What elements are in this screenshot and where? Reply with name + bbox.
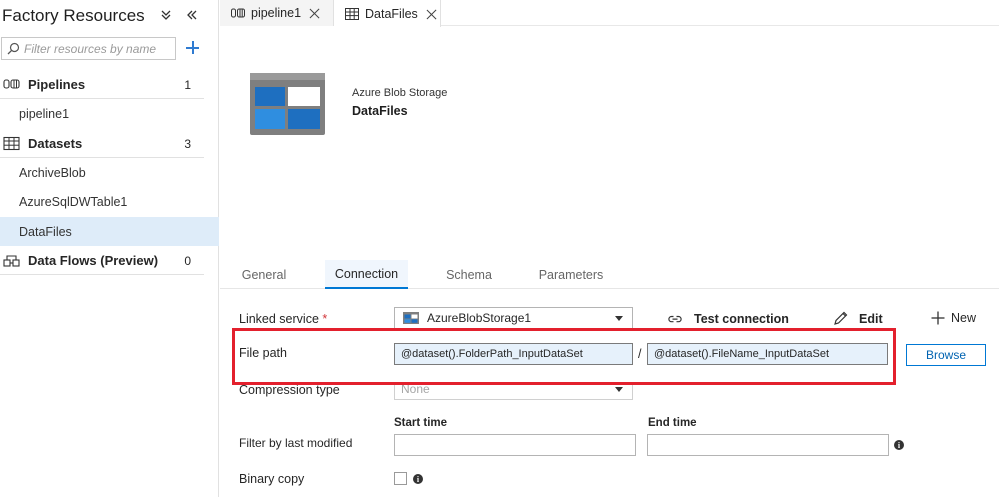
dataflow-icon [3, 255, 20, 267]
table-icon [3, 136, 20, 151]
pencil-icon [834, 311, 848, 325]
binary-copy-checkbox[interactable] [394, 472, 407, 485]
binary-copy-label: Binary copy [239, 472, 305, 486]
end-time-input[interactable] [647, 434, 889, 456]
new-button[interactable]: New [931, 311, 976, 325]
linked-service-value: AzureBlobStorage1 [427, 311, 532, 325]
compression-type-label: Compression type [239, 383, 340, 397]
table-icon [345, 7, 359, 20]
search-input[interactable] [24, 40, 172, 57]
info-icon[interactable]: i [894, 440, 904, 450]
section-count: 3 [184, 136, 191, 151]
chevron-down-icon [615, 387, 623, 392]
close-icon[interactable] [426, 8, 438, 20]
tab-label: DataFiles [365, 6, 418, 21]
filter-last-modified-label: Filter by last modified [239, 436, 353, 450]
list-item-datafiles[interactable]: DataFiles [0, 217, 219, 246]
tab-schema[interactable]: Schema [434, 260, 504, 289]
tab-general[interactable]: General [232, 260, 296, 289]
app-root: Factory Resources Pipelines 1 [0, 0, 999, 497]
pipeline-icon [3, 79, 20, 89]
section-count: 1 [184, 77, 191, 92]
factory-resources-panel: Factory Resources Pipelines 1 [0, 0, 219, 497]
azure-blob-storage-icon [250, 73, 325, 135]
add-resource-icon[interactable] [184, 38, 202, 58]
dataset-name: DataFiles [352, 104, 408, 118]
section-label: Datasets [28, 136, 83, 151]
file-name-input[interactable]: @dataset().FileName_InputDataSet [647, 343, 888, 365]
section-count: 0 [184, 253, 191, 268]
pipeline-icon [231, 8, 245, 18]
search-icon [7, 42, 20, 55]
required-marker: * [322, 312, 328, 326]
section-label: Pipelines [28, 77, 86, 92]
linked-service-label: Linked service * [239, 312, 328, 326]
chevron-down-icon [615, 316, 623, 321]
section-pipelines[interactable]: Pipelines 1 [0, 71, 204, 99]
end-time-label: End time [648, 417, 697, 429]
tab-connection[interactable]: Connection [325, 260, 408, 289]
list-item-pipeline1[interactable]: pipeline1 [0, 100, 219, 128]
collapse-all-icon[interactable] [158, 7, 174, 23]
list-item-azuresqldwtable1[interactable]: AzureSqlDWTable1 [0, 188, 219, 216]
section-datasets[interactable]: Datasets 3 [0, 130, 204, 158]
section-dataflows[interactable]: Data Flows (Preview) 0 [0, 247, 204, 275]
browse-button[interactable]: Browse [906, 344, 986, 366]
tab-pipeline1[interactable]: pipeline1 [220, 0, 334, 26]
dataset-sub-tabs: General Connection Schema Parameters [220, 260, 999, 289]
resource-search-box[interactable] [1, 37, 176, 60]
test-connection-button[interactable]: Test connection [667, 312, 789, 326]
compression-type-value: None [401, 382, 430, 396]
link-icon [668, 315, 682, 323]
start-time-input[interactable] [394, 434, 636, 456]
edit-button[interactable]: Edit [833, 311, 883, 326]
tab-parameters[interactable]: Parameters [531, 260, 611, 289]
folder-path-input[interactable]: @dataset().FolderPath_InputDataSet [394, 343, 633, 365]
file-path-label: File path [239, 346, 287, 360]
collapse-panel-icon[interactable] [184, 7, 200, 23]
plus-icon [931, 311, 945, 325]
tab-label: pipeline1 [251, 6, 302, 20]
path-separator: / [638, 347, 642, 361]
linked-service-select[interactable]: AzureBlobStorage1 [394, 307, 633, 329]
info-icon[interactable]: i [413, 474, 423, 484]
blob-storage-icon [403, 312, 419, 324]
close-icon[interactable] [309, 7, 321, 19]
start-time-label: Start time [394, 417, 448, 429]
section-label: Data Flows (Preview) [28, 253, 159, 268]
dataset-type: Azure Blob Storage [352, 87, 448, 99]
list-item-archiveblob[interactable]: ArchiveBlob [0, 159, 219, 187]
tab-datafiles[interactable]: DataFiles [334, 0, 441, 27]
panel-title: Factory Resources [2, 6, 145, 25]
